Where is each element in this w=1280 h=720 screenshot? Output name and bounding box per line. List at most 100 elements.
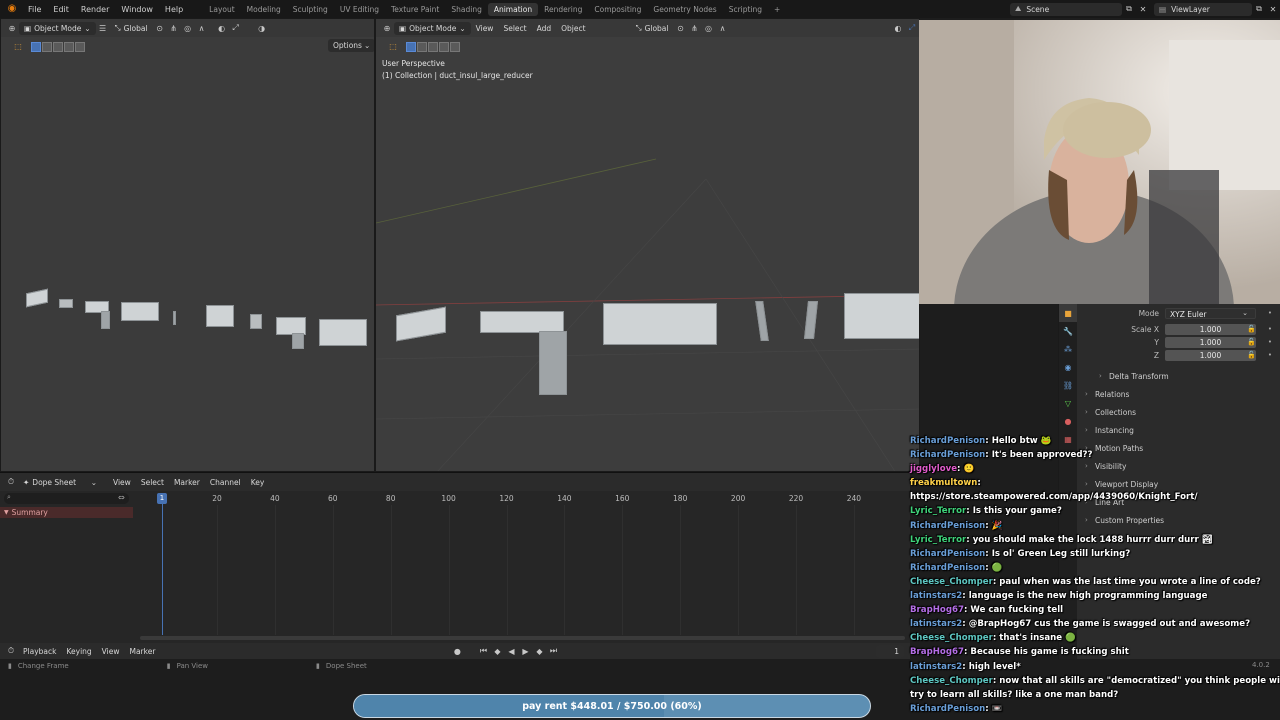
left-mode-dropdown[interactable]: ▣ Object Mode ⌄ (19, 21, 96, 35)
mesh-object[interactable] (480, 311, 564, 333)
workspace-tab-compositing[interactable]: Compositing (588, 3, 647, 16)
mesh-object[interactable] (250, 314, 262, 329)
particles-icon[interactable]: ⁂ (1059, 340, 1077, 358)
select-subtract-icon[interactable] (53, 41, 63, 52)
record-icon[interactable]: ● (450, 645, 464, 658)
ds-channel-menu[interactable]: Channel (205, 476, 246, 489)
scene-selector[interactable]: ⛰ Scene (1010, 2, 1122, 16)
mesh-object[interactable] (539, 331, 567, 395)
data-icon[interactable]: ▽ (1059, 394, 1077, 412)
object-properties-icon[interactable]: ■ (1059, 304, 1077, 322)
delete-view-layer-icon[interactable]: ✕ (1266, 3, 1280, 16)
mesh-object[interactable] (603, 303, 717, 345)
add-workspace-button[interactable]: + (768, 3, 786, 16)
mesh-object[interactable] (292, 333, 304, 349)
scale-z-field[interactable]: 1.000 (1165, 349, 1256, 361)
play-reverse-icon[interactable]: ◀ (504, 645, 518, 658)
menu-edit[interactable]: Edit (47, 5, 75, 14)
view-layer-selector[interactable]: ▤ ViewLayer (1154, 2, 1252, 16)
ds-key-menu[interactable]: Key (246, 476, 270, 489)
menu-render[interactable]: Render (75, 5, 115, 14)
left-3d-viewport[interactable]: ⊕ ▣ Object Mode ⌄ ☰ ⤡ Global ⊙ ⋔ ◎ ∧ ◐ ⤢… (0, 18, 375, 472)
horizontal-scrollbar[interactable] (140, 636, 905, 640)
blender-logo-icon[interactable]: ◉ (6, 3, 18, 15)
dope-sheet-editor[interactable]: ⏱ ✦ Dope Sheet ⌄ View Select Marker Chan… (0, 472, 910, 643)
material-icon[interactable]: ● (1059, 412, 1077, 430)
overlay-icon[interactable]: ◑ (255, 22, 269, 35)
editor-type-icon[interactable]: ⊕ (5, 22, 19, 35)
play-icon[interactable]: ▶ (518, 645, 532, 658)
summary-channel[interactable]: ▼ Summary (0, 507, 133, 518)
mesh-object[interactable] (121, 302, 159, 321)
options-dropdown[interactable]: Options ⌄ (328, 39, 374, 52)
workspace-tab-shading[interactable]: Shading (445, 3, 487, 16)
animate-dot-icon[interactable]: • (1268, 338, 1272, 346)
dope-sheet-mode-dropdown[interactable]: ✦ Dope Sheet ⌄ (18, 476, 102, 489)
new-scene-icon[interactable]: ⧉ (1122, 3, 1136, 16)
visibility-icon[interactable]: ◐ (215, 22, 229, 35)
next-keyframe-icon[interactable]: ◆ (532, 645, 546, 658)
prev-keyframe-icon[interactable]: ◆ (490, 645, 504, 658)
constraints-icon[interactable]: ⛓ (1059, 376, 1077, 394)
scale-x-field[interactable]: 1.000 (1165, 323, 1256, 335)
animate-dot-icon[interactable]: • (1268, 351, 1272, 359)
physics-icon[interactable]: ◉ (1059, 358, 1077, 376)
mesh-object[interactable] (26, 288, 48, 308)
left-orientation-dropdown[interactable]: ⤡ Global (110, 22, 153, 35)
select-tool-icon[interactable]: ⬚ (11, 40, 25, 53)
hamburger-menu-icon[interactable]: ☰ (96, 22, 110, 35)
timeline-marker-menu[interactable]: Marker (124, 645, 160, 658)
select-intersect-icon[interactable] (75, 41, 85, 52)
animate-dot-icon[interactable]: • (1268, 325, 1272, 333)
playhead-frame[interactable]: 1 (157, 493, 167, 504)
jump-end-icon[interactable]: ⏭ (546, 645, 560, 658)
workspace-tab-texture-paint[interactable]: Texture Paint (385, 3, 445, 16)
lock-icon[interactable]: 🔓 (1247, 351, 1256, 359)
playback-menu[interactable]: Playback (18, 645, 61, 658)
workspace-tab-animation[interactable]: Animation (487, 2, 539, 16)
gizmo-icon[interactable]: ⤢ (229, 22, 243, 35)
menu-window[interactable]: Window (115, 5, 159, 14)
mesh-object[interactable] (101, 311, 110, 329)
proportional-edit-icon[interactable]: ◎ (181, 22, 195, 35)
delete-scene-icon[interactable]: ✕ (1136, 3, 1150, 16)
lock-icon[interactable]: 🔓 (1247, 325, 1256, 333)
workspace-tab-scripting[interactable]: Scripting (723, 3, 768, 16)
timeline-editor-icon[interactable]: ⏱ (4, 645, 18, 658)
timeline-view-menu[interactable]: View (97, 645, 125, 658)
channel-search-input[interactable]: ⌕ (4, 493, 129, 504)
section-relations[interactable]: › Relations (1085, 387, 1129, 401)
section-delta-transform[interactable]: › Delta Transform (1099, 369, 1169, 383)
ds-view-menu[interactable]: View (108, 476, 136, 489)
scale-y-field[interactable]: 1.000 (1165, 336, 1256, 348)
select-new-icon[interactable] (31, 41, 41, 52)
main-3d-viewport[interactable]: ⊕ ▣ Object Mode ⌄ View Select Add Object… (375, 18, 920, 472)
workspace-tab-layout[interactable]: Layout (203, 3, 241, 16)
pivot-icon[interactable]: ⊙ (153, 22, 167, 35)
animate-dot-icon[interactable]: • (1268, 309, 1272, 317)
snap-icon[interactable]: ⋔ (167, 22, 181, 35)
swap-icon[interactable]: ⇔ (118, 493, 125, 502)
modifier-icon[interactable]: 🔧 (1059, 322, 1077, 340)
ds-select-menu[interactable]: Select (136, 476, 169, 489)
current-frame-field[interactable]: 1 (876, 644, 904, 658)
select-extend-icon[interactable] (42, 41, 52, 52)
menu-file[interactable]: File (22, 5, 47, 14)
editor-type-icon[interactable]: ⏱ (4, 476, 18, 489)
mesh-object[interactable] (173, 311, 176, 325)
workspace-tab-rendering[interactable]: Rendering (538, 3, 588, 16)
workspace-tab-sculpting[interactable]: Sculpting (287, 3, 334, 16)
jump-start-icon[interactable]: ⏮ (476, 645, 490, 658)
workspace-tab-geometry-nodes[interactable]: Geometry Nodes (647, 3, 722, 16)
mesh-object[interactable] (844, 293, 919, 339)
new-view-layer-icon[interactable]: ⧉ (1252, 3, 1266, 16)
mesh-object[interactable] (59, 299, 73, 308)
workspace-tab-uv-editing[interactable]: UV Editing (334, 3, 385, 16)
section-collections[interactable]: › Collections (1085, 405, 1136, 419)
select-invert-icon[interactable] (64, 41, 74, 52)
falloff-icon[interactable]: ∧ (195, 22, 209, 35)
keying-menu[interactable]: Keying (61, 645, 96, 658)
mesh-object[interactable] (206, 305, 234, 327)
workspace-tab-modeling[interactable]: Modeling (241, 3, 287, 16)
menu-help[interactable]: Help (159, 5, 189, 14)
